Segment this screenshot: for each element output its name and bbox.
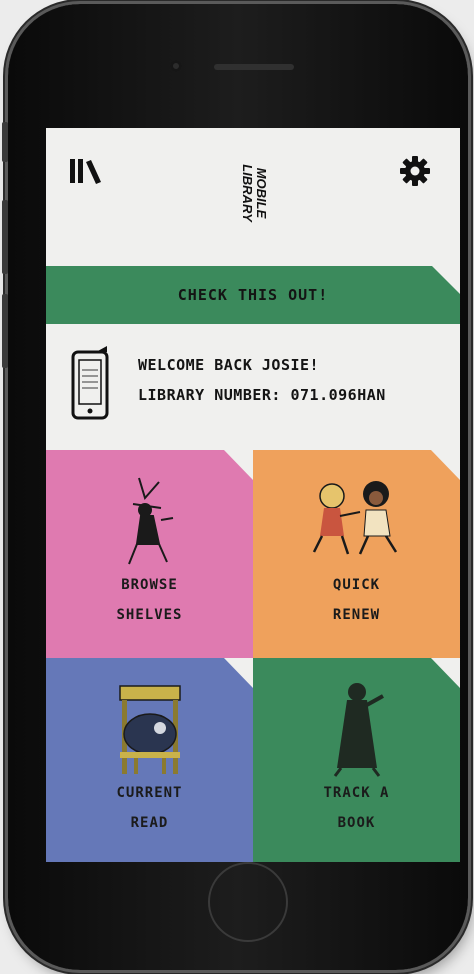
browse-shelves-tile[interactable]: BROWSE SHELVES (46, 450, 253, 658)
tile-line-2: READ (130, 815, 169, 831)
quick-renew-tile[interactable]: QUICK RENEW (253, 450, 460, 658)
tile-line-1: QUICK (332, 577, 381, 593)
cloaked-figure-icon (333, 683, 384, 777)
library-books-icon[interactable] (70, 156, 104, 184)
tile-line-1: TRACK A (323, 785, 390, 801)
children-running-icon (312, 481, 397, 555)
check-this-out-banner[interactable]: CHECK THIS OUT! (46, 266, 460, 324)
app-screen: MOBILE LIBRARY CHECK THIS OUT! WELCOME B… (46, 128, 460, 862)
earpiece-speaker (214, 64, 294, 70)
welcome-greeting: WELCOME BACK JOSIE! (138, 356, 320, 374)
tile-line-1: BROWSE (121, 577, 178, 593)
track-a-book-tile[interactable]: TRACK A BOOK (253, 658, 460, 862)
gear-icon[interactable] (400, 156, 430, 186)
tile-line-2: SHELVES (116, 607, 183, 623)
top-bar: MOBILE LIBRARY (46, 128, 460, 266)
phone-frame: MOBILE LIBRARY CHECK THIS OUT! WELCOME B… (2, 4, 468, 970)
browsing-figure-icon (127, 477, 173, 565)
volume-down-button (2, 294, 8, 368)
logo-line-1: MOBILE (254, 167, 269, 219)
front-camera (170, 60, 182, 72)
banner-label: CHECK THIS OUT! (177, 286, 329, 304)
phone-card-icon (71, 346, 109, 420)
library-number: LIBRARY NUMBER: 071.096HAN (138, 386, 386, 404)
volume-up-button (2, 200, 8, 274)
mute-switch (2, 122, 8, 162)
app-logo: MOBILE LIBRARY (232, 148, 276, 238)
logo-line-2: LIBRARY (240, 164, 255, 222)
tile-line-2: RENEW (332, 607, 381, 623)
tile-line-1: CURRENT (116, 785, 183, 801)
welcome-panel: WELCOME BACK JOSIE! LIBRARY NUMBER: 071.… (46, 336, 460, 426)
chair-reading-icon (118, 685, 181, 774)
current-read-tile[interactable]: CURRENT READ (46, 658, 253, 862)
tile-line-2: BOOK (337, 815, 376, 831)
home-button[interactable] (208, 862, 288, 942)
